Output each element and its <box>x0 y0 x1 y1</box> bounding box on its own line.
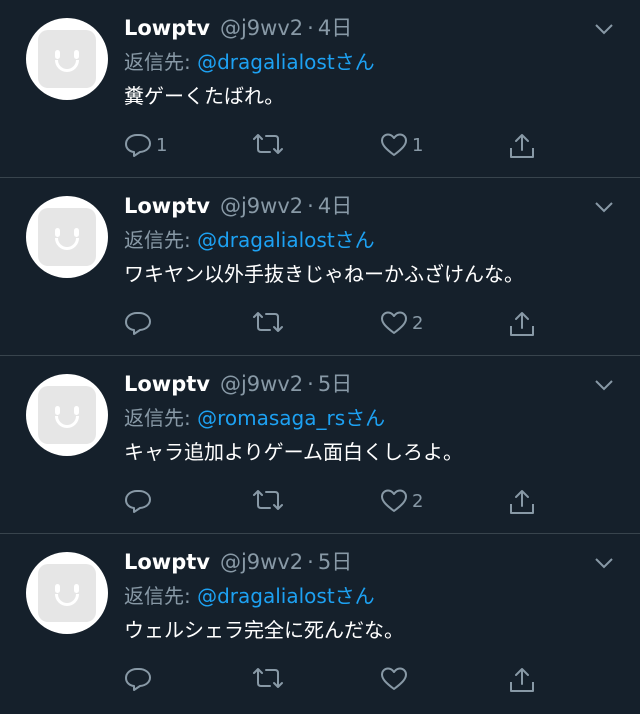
reply-context: 返信先: @dragalialostさん <box>124 48 620 76</box>
default-avatar-face-icon <box>38 564 96 622</box>
reply-button[interactable] <box>124 488 156 514</box>
reply-label: 返信先: <box>124 50 198 74</box>
tweet-feed: Lowptv @j9wv2 · 4日 返信先: @dragalialostさん … <box>0 0 640 712</box>
like-button[interactable]: 2 <box>380 310 423 336</box>
like-count: 2 <box>412 490 424 512</box>
like-icon <box>381 311 407 334</box>
share-icon <box>510 490 534 514</box>
like-count: 2 <box>412 312 424 334</box>
reply-suffix: さん <box>345 406 386 430</box>
tweet-actions: 1 1 <box>124 132 544 162</box>
retweet-button[interactable] <box>252 488 288 512</box>
separator: · <box>307 550 314 574</box>
tweet[interactable]: Lowptv @j9wv2 · 4日 返信先: @dragalialostさん … <box>0 178 640 356</box>
user-handle[interactable]: @j9wv2 <box>220 14 303 42</box>
tweet-text: ワキヤン以外手抜きじゃねーかふざけんな。 <box>124 262 524 286</box>
user-handle[interactable]: @j9wv2 <box>220 370 303 398</box>
timestamp[interactable]: 4日 <box>318 14 352 42</box>
like-button[interactable] <box>380 666 412 692</box>
retweet-icon <box>253 312 283 332</box>
reply-count: 1 <box>156 134 168 156</box>
retweet-icon <box>253 668 283 688</box>
avatar[interactable] <box>26 196 108 278</box>
user-handle[interactable]: @j9wv2 <box>220 548 303 576</box>
reply-button[interactable] <box>124 666 156 692</box>
retweet-icon <box>253 134 283 154</box>
avatar[interactable] <box>26 374 108 456</box>
tweet[interactable]: Lowptv @j9wv2 · 5日 返信先: @romasaga_rsさん キ… <box>0 356 640 534</box>
reply-button[interactable] <box>124 310 156 336</box>
reply-button[interactable]: 1 <box>124 132 167 158</box>
reply-icon <box>125 312 151 335</box>
display-name[interactable]: Lowptv <box>124 370 210 398</box>
reply-icon <box>125 490 151 513</box>
tweet-text: キャラ追加よりゲーム面白くしろよ。 <box>124 440 463 464</box>
like-button[interactable]: 1 <box>380 132 423 158</box>
share-button[interactable] <box>508 132 536 160</box>
reply-mention-link[interactable]: @dragalialost <box>197 228 335 252</box>
retweet-icon <box>253 490 283 510</box>
retweet-button[interactable] <box>252 666 288 690</box>
display-name[interactable]: Lowptv <box>124 192 210 220</box>
chevron-down-icon[interactable] <box>594 200 614 214</box>
tweet-header: Lowptv @j9wv2 · 5日 <box>124 370 620 398</box>
chevron-down-icon[interactable] <box>594 556 614 570</box>
default-avatar-face-icon <box>38 386 96 444</box>
default-avatar-face-icon <box>38 208 96 266</box>
tweet-header: Lowptv @j9wv2 · 4日 <box>124 192 620 220</box>
like-count: 1 <box>412 134 424 156</box>
tweet-header: Lowptv @j9wv2 · 5日 <box>124 548 620 576</box>
tweet-actions <box>124 666 544 696</box>
separator: · <box>307 372 314 396</box>
tweet[interactable]: Lowptv @j9wv2 · 4日 返信先: @dragalialostさん … <box>0 0 640 178</box>
tweet-actions: 2 <box>124 310 544 340</box>
tweet-actions: 2 <box>124 488 544 518</box>
reply-label: 返信先: <box>124 584 198 608</box>
retweet-button[interactable] <box>252 310 288 334</box>
chevron-down-icon[interactable] <box>594 22 614 36</box>
share-button[interactable] <box>508 488 536 516</box>
like-icon <box>381 133 407 156</box>
reply-mention-link[interactable]: @romasaga_rs <box>197 406 345 430</box>
reply-suffix: さん <box>334 584 375 608</box>
reply-mention-link[interactable]: @dragalialost <box>197 50 335 74</box>
like-icon <box>381 489 407 512</box>
timestamp[interactable]: 5日 <box>318 370 352 398</box>
reply-label: 返信先: <box>124 228 198 252</box>
display-name[interactable]: Lowptv <box>124 14 210 42</box>
share-icon <box>510 312 534 336</box>
chevron-down-icon[interactable] <box>594 378 614 392</box>
default-avatar-face-icon <box>38 30 96 88</box>
avatar[interactable] <box>26 18 108 100</box>
tweet-text: ウェルシェラ完全に死んだな。 <box>124 618 404 642</box>
user-handle[interactable]: @j9wv2 <box>220 192 303 220</box>
like-button[interactable]: 2 <box>380 488 423 514</box>
retweet-button[interactable] <box>252 132 288 156</box>
timestamp[interactable]: 4日 <box>318 192 352 220</box>
share-icon <box>510 668 534 692</box>
avatar[interactable] <box>26 552 108 634</box>
reply-suffix: さん <box>334 50 375 74</box>
separator: · <box>307 194 314 218</box>
tweet-header: Lowptv @j9wv2 · 4日 <box>124 14 620 42</box>
reply-icon <box>125 134 151 157</box>
like-icon <box>381 667 407 690</box>
share-button[interactable] <box>508 310 536 338</box>
reply-context: 返信先: @romasaga_rsさん <box>124 404 620 432</box>
reply-mention-link[interactable]: @dragalialost <box>197 584 335 608</box>
timestamp[interactable]: 5日 <box>318 548 352 576</box>
display-name[interactable]: Lowptv <box>124 548 210 576</box>
reply-icon <box>125 668 151 691</box>
tweet[interactable]: Lowptv @j9wv2 · 5日 返信先: @dragalialostさん … <box>0 534 640 712</box>
reply-label: 返信先: <box>124 406 198 430</box>
tweet-text: 糞ゲーくたばれ。 <box>124 84 285 108</box>
share-icon <box>510 134 534 158</box>
reply-context: 返信先: @dragalialostさん <box>124 582 620 610</box>
share-button[interactable] <box>508 666 536 694</box>
separator: · <box>307 16 314 40</box>
reply-context: 返信先: @dragalialostさん <box>124 226 620 254</box>
reply-suffix: さん <box>334 228 375 252</box>
